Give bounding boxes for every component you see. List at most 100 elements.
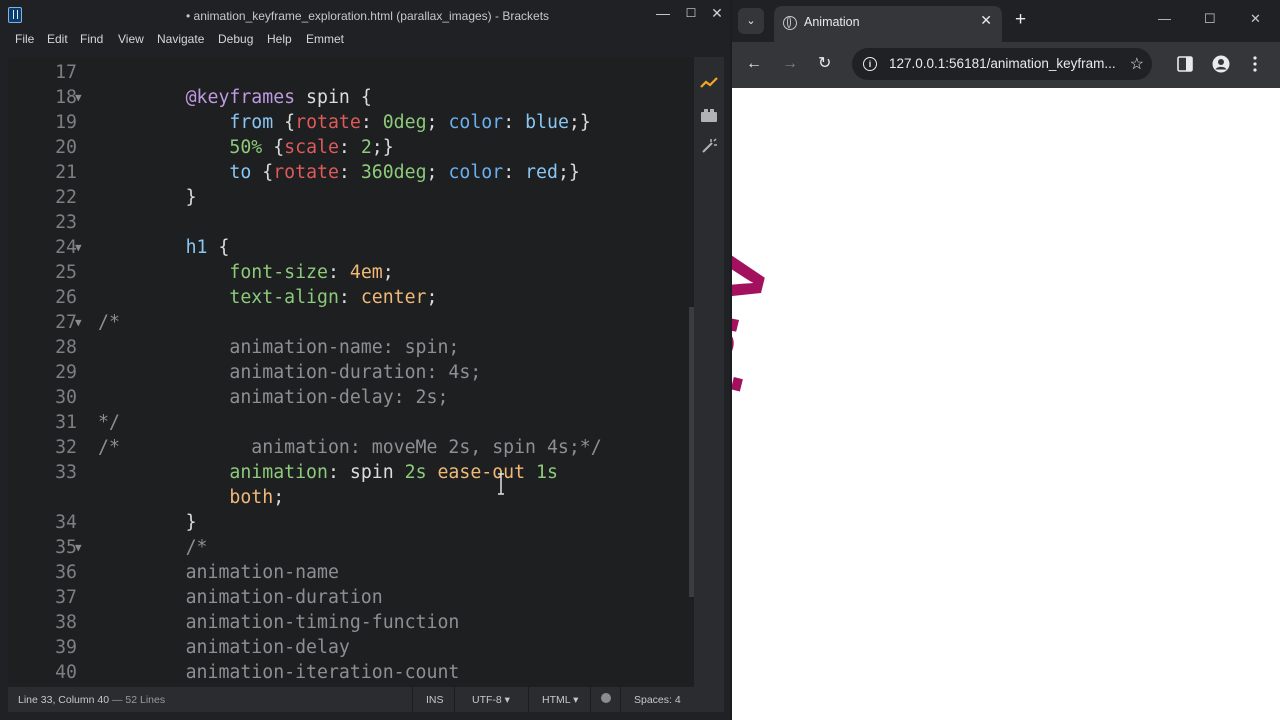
maximize-button[interactable]: ☐ [680,3,702,23]
browser-minimize-button[interactable]: — [1158,11,1171,26]
text-cursor-icon [498,473,504,495]
code-line[interactable]: 23 [8,210,694,235]
code-line[interactable]: 17 [8,60,694,85]
code-token: rotate [295,112,361,133]
code-text: animation-timing-function [98,610,460,635]
minimize-button[interactable]: — [652,3,674,23]
line-number: 26 [55,287,77,308]
browser-close-button[interactable]: ✕ [1250,11,1261,27]
code-line[interactable]: 29 animation-duration: 4s; [8,360,694,385]
url-text[interactable]: 127.0.0.1:56181/animation_keyfram... [889,56,1116,71]
code-token: spin [295,87,361,108]
code-line[interactable]: 19 from {rotate: 0deg; color: blue;} [8,110,694,135]
back-button[interactable]: ← [746,54,762,74]
line-number: 24 [55,237,77,258]
code-token: to [229,162,252,183]
code-line[interactable]: 32 /* animation: moveMe 2s, spin 4s;*/ [8,435,694,460]
code-line[interactable]: 20 50% {scale: 2;} [8,135,694,160]
code-line[interactable]: 33 animation: spin 2s ease-out 1s [8,460,694,485]
browser-maximize-button[interactable]: ☐ [1204,11,1216,27]
cursor-position-text: Line 33, Column 40 [18,694,110,706]
code-token: { [207,237,230,258]
address-bar[interactable]: i 127.0.0.1:56181/animation_keyfram... ☆ [852,48,1152,80]
line-number: 19 [55,112,77,133]
code-token: ;} [557,162,580,183]
code-line[interactable]: 39 animation-delay [8,635,694,660]
code-line[interactable]: 35 ▼ /* [8,535,694,560]
tab-search-button[interactable]: ⌄ [738,8,764,34]
menu-navigate[interactable]: Navigate [157,32,204,46]
reload-button[interactable]: ↻ [818,54,831,74]
code-line[interactable]: 30 animation-delay: 2s; [8,385,694,410]
quick-edit-icon[interactable] [700,137,718,155]
ins-mode-toggle[interactable]: INS [426,694,444,706]
line-number: 39 [55,637,77,658]
code-line[interactable]: 22 } [8,185,694,210]
extension-manager-icon[interactable] [700,106,718,124]
code-token: */ [98,412,120,433]
code-line[interactable]: 34 } [8,510,694,535]
code-token: color [448,112,504,133]
code-editor[interactable]: 17 18 ▼ @keyframes spin {19 from {rotate: … [8,57,694,687]
linter-status-icon[interactable] [601,693,611,703]
code-token: : [327,462,350,483]
code-line[interactable]: 31 */ [8,410,694,435]
forward-button[interactable]: → [782,54,798,74]
menu-file[interactable]: File [15,32,34,46]
code-token: ; [426,162,449,183]
menu-find[interactable]: Find [80,32,103,46]
menu-help[interactable]: Help [267,32,292,46]
code-line[interactable]: 37 animation-duration [8,585,694,610]
code-line[interactable]: 25 font-size: 4em; [8,260,694,285]
menu-edit[interactable]: Edit [47,32,68,46]
kebab-menu-icon[interactable] [1246,55,1264,73]
indent-spaces[interactable]: Spaces: 4 [634,694,681,706]
code-text: animation-duration: 4s; [98,360,481,385]
code-text: font-size: 4em; [98,260,393,285]
code-line[interactable]: 18 ▼ @keyframes spin { [8,85,694,110]
code-token: /* [98,312,120,333]
menu-emmet[interactable]: Emmet [306,32,344,46]
code-line[interactable]: 28 animation-name: spin; [8,335,694,360]
line-number: 22 [55,187,77,208]
profile-icon[interactable] [1212,55,1230,73]
code-token: { [273,112,296,133]
sidebar-icon[interactable] [1176,55,1194,73]
fold-arrow-icon[interactable]: ▼ [75,535,82,560]
code-line[interactable]: 21 to {rotate: 360deg; color: red;} [8,160,694,185]
line-number: 34 [55,512,77,533]
code-token: animation-duration [98,587,383,608]
star-icon[interactable]: ☆ [1130,54,1144,74]
line-count: — 52 Lines [111,694,166,706]
info-icon[interactable]: i [863,57,877,71]
code-text: text-align: center; [98,285,437,310]
code-token: animation-name: spin; [98,337,460,358]
fold-arrow-icon[interactable]: ▼ [75,235,82,260]
line-number: 40 [55,662,77,683]
code-line[interactable]: 24 ▼ h1 { [8,235,694,260]
code-text: } [98,185,197,210]
tab-close-icon[interactable]: ✕ [980,12,992,29]
code-line[interactable]: both; [8,485,694,510]
browser-tab[interactable]: Animation ✕ [774,6,1002,42]
menu-view[interactable]: View [118,32,144,46]
code-token: red [525,162,558,183]
live-preview-icon[interactable] [700,75,718,93]
code-line[interactable]: 40 animation-iteration-count [8,660,694,685]
fold-arrow-icon[interactable]: ▼ [75,310,82,335]
code-line[interactable]: 26 text-align: center; [8,285,694,310]
code-token: /* animation: moveMe 2s, spin 4s;*/ [98,437,602,458]
language-select[interactable]: HTML ▾ [542,694,578,706]
new-tab-button[interactable]: + [1015,10,1026,30]
code-line[interactable]: 27 ▼ /* [8,310,694,335]
code-line[interactable]: 38 animation-timing-function [8,610,694,635]
close-button[interactable]: ✕ [706,3,728,23]
fold-arrow-icon[interactable]: ▼ [75,85,82,110]
encoding-select[interactable]: UTF-8 ▾ [472,694,510,706]
status-separator [528,687,529,712]
code-line[interactable]: 36 animation-name [8,560,694,585]
menu-debug[interactable]: Debug [218,32,253,46]
code-token: ; [426,112,449,133]
